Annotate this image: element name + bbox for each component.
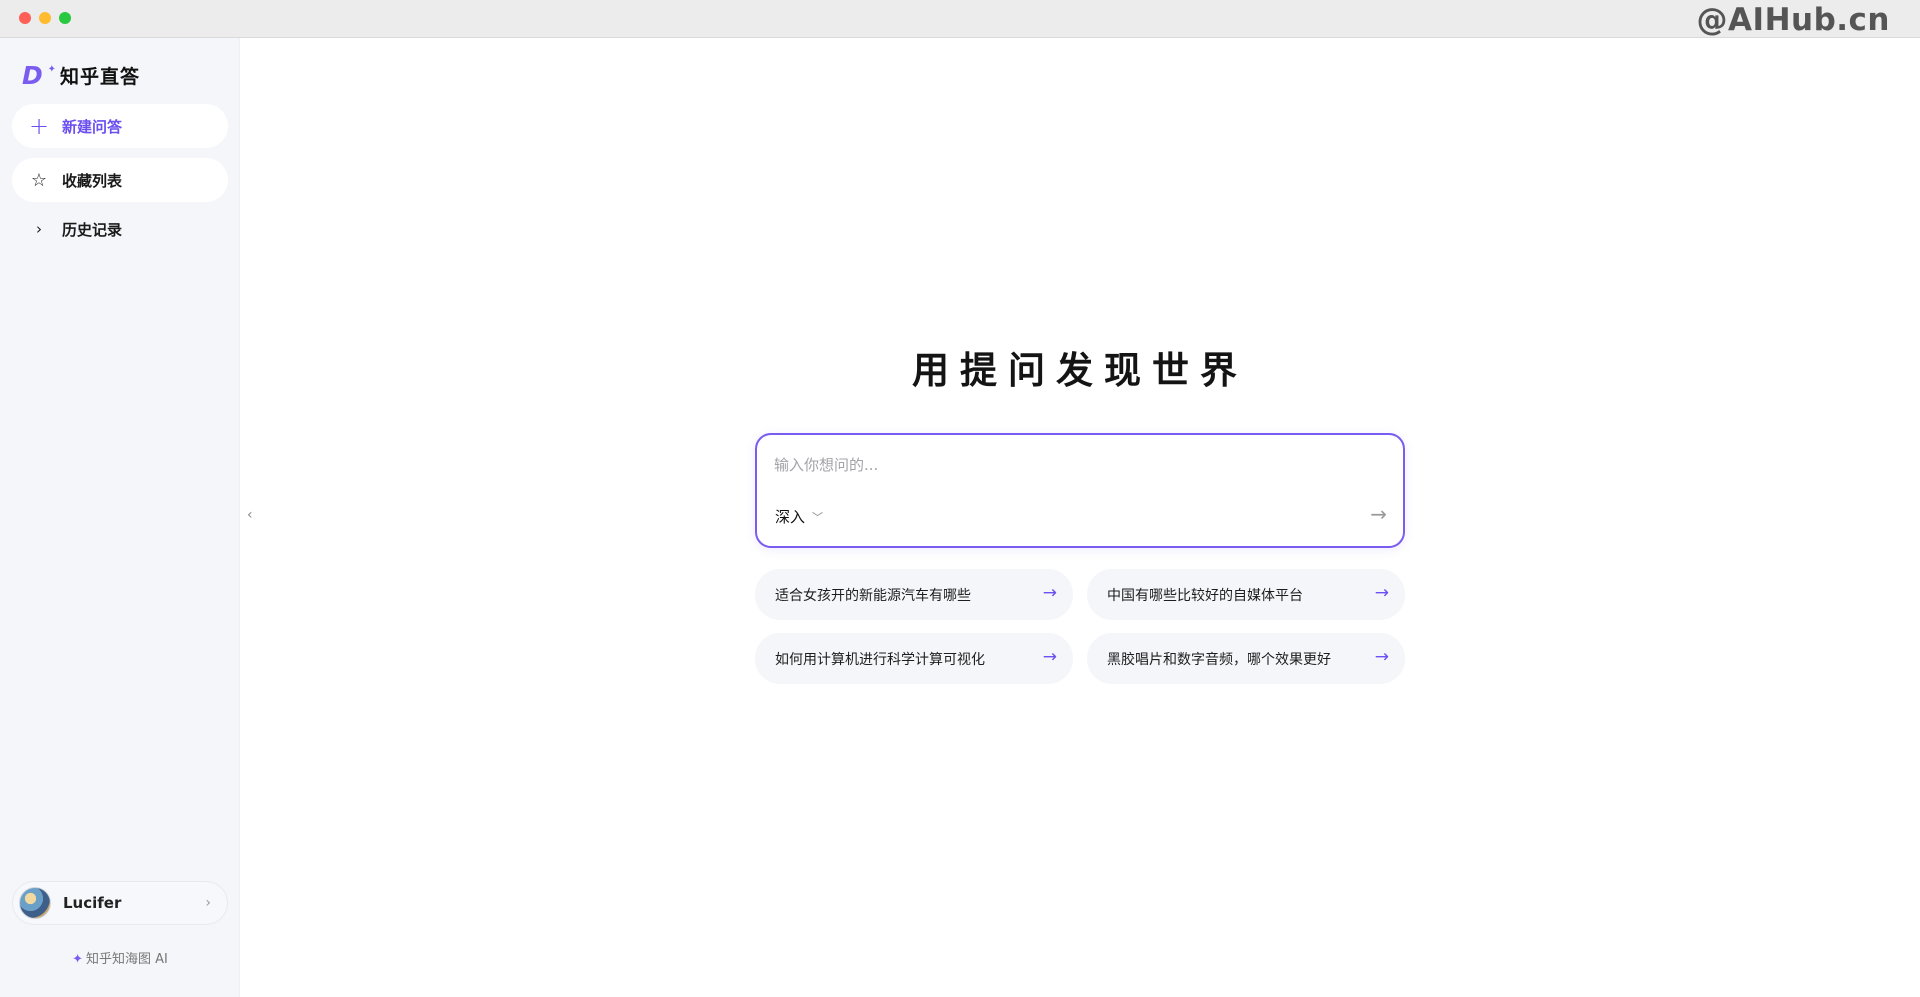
chevron-right-icon: ›: [36, 220, 42, 238]
suggestion-item[interactable]: 适合女孩开的新能源汽车有哪些 →: [755, 569, 1073, 620]
app-name: 知乎直答: [60, 66, 141, 88]
mode-label: 深入: [775, 508, 806, 526]
new-question-label: 新建问答: [62, 117, 123, 136]
page-title: 用提问发现世界: [912, 349, 1248, 392]
arrow-right-icon: →: [1042, 647, 1057, 667]
app-logo[interactable]: D ✦ 知乎直答: [22, 62, 140, 89]
sidebar: D ✦ 知乎直答 + 新建问答 ☆ 收藏列表 › 历史记录 Lucifer › ✦…: [0, 38, 240, 997]
footer-brand-text: 知乎知海图 AI: [86, 952, 168, 967]
history-toggle[interactable]: › 历史记录: [12, 207, 228, 251]
question-box: 深入 ﹀ →: [755, 433, 1405, 548]
arrow-right-icon: →: [1374, 647, 1389, 667]
favorites-button[interactable]: ☆ 收藏列表: [12, 158, 228, 202]
suggestion-item[interactable]: 中国有哪些比较好的自媒体平台 →: [1087, 569, 1405, 620]
footer-brand: ✦ 知乎知海图 AI: [0, 948, 240, 967]
sidebar-collapse-icon[interactable]: ‹: [247, 507, 253, 523]
suggestion-text: 如何用计算机进行科学计算可视化: [775, 651, 985, 668]
suggestion-item[interactable]: 黑胶唱片和数字音频，哪个效果更好 →: [1087, 633, 1405, 684]
arrow-right-icon: →: [1374, 583, 1389, 603]
suggestion-text: 中国有哪些比较好的自媒体平台: [1107, 587, 1303, 604]
question-input[interactable]: [774, 453, 1374, 477]
user-name: Lucifer: [63, 894, 122, 912]
window-maximize-button[interactable]: [59, 12, 71, 24]
arrow-right-icon: →: [1042, 583, 1057, 603]
mode-select[interactable]: 深入 ﹀: [775, 506, 823, 527]
send-arrow-icon[interactable]: →: [1370, 502, 1387, 526]
suggestion-text: 黑胶唱片和数字音频，哪个效果更好: [1107, 651, 1331, 668]
suggestion-item[interactable]: 如何用计算机进行科学计算可视化 →: [755, 633, 1073, 684]
avatar: [19, 887, 51, 919]
plus-icon: +: [28, 112, 50, 140]
sparkle-icon: ✦: [47, 63, 56, 75]
chevron-down-icon: ﹀: [812, 510, 824, 524]
sparkle-icon: ✦: [72, 952, 84, 967]
new-question-button[interactable]: + 新建问答: [12, 104, 228, 148]
star-icon: ☆: [30, 169, 48, 191]
chevron-right-icon: ›: [205, 895, 211, 911]
favorites-label: 收藏列表: [62, 171, 123, 190]
logo-mark-icon: D ✦: [22, 62, 56, 89]
window-titlebar: @AIHub.cn: [0, 0, 1920, 38]
history-label: 历史记录: [62, 220, 123, 239]
window-close-button[interactable]: [19, 12, 31, 24]
window-minimize-button[interactable]: [39, 12, 51, 24]
user-profile-button[interactable]: Lucifer ›: [12, 881, 228, 925]
suggestion-text: 适合女孩开的新能源汽车有哪些: [775, 587, 971, 604]
watermark: @AIHub.cn: [1696, 2, 1890, 38]
